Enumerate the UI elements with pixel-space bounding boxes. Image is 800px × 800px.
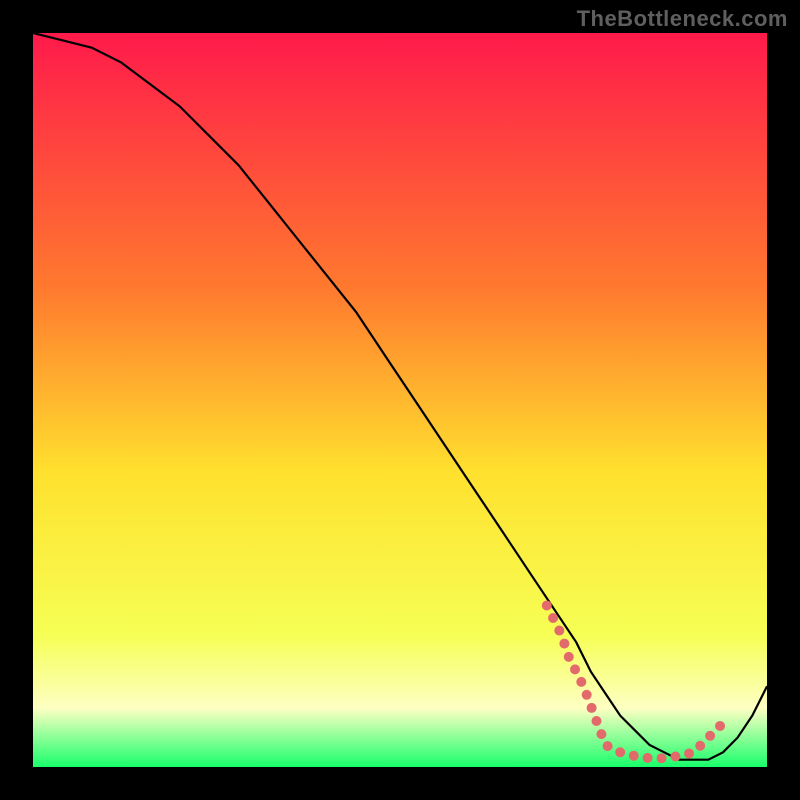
- watermark-text: TheBottleneck.com: [577, 6, 788, 32]
- chart-svg: [0, 0, 800, 800]
- chart-frame: TheBottleneck.com: [0, 0, 800, 800]
- gradient-background: [33, 33, 767, 767]
